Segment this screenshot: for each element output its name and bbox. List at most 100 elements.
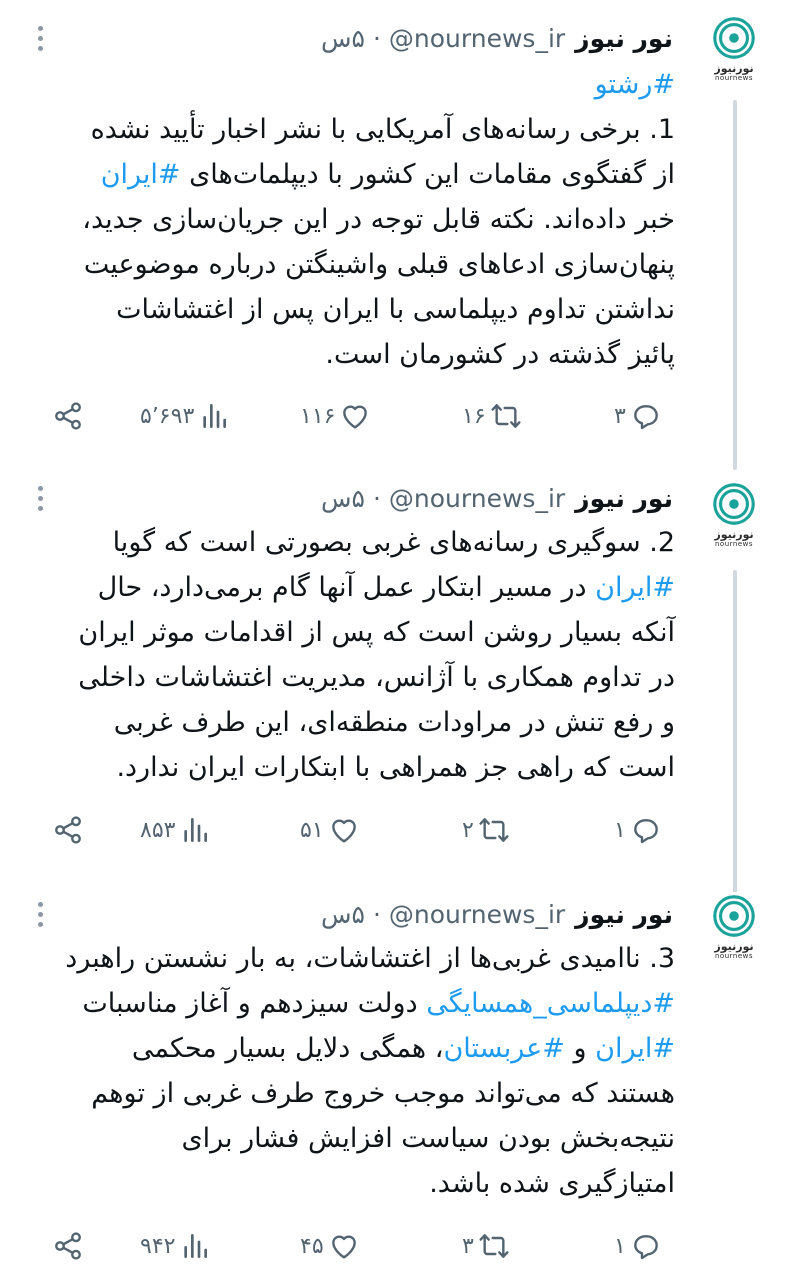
text-segment: و [564, 1033, 596, 1064]
avatar-logo-en: nournews [714, 540, 754, 548]
retweet-button[interactable]: ۲ [462, 810, 510, 850]
tweet-text: 3. ناامیدی غربی‌ها از اغتشاشات، به بار ن… [35, 936, 675, 1206]
like-count: ۴۵ [300, 1233, 324, 1259]
hashtag-link[interactable]: #ایران [101, 159, 181, 190]
like-button[interactable]: ۱۱۶ [300, 396, 371, 436]
avatar-logo-fa: نورنیوز [714, 528, 754, 541]
retweet-button[interactable]: ۳ [462, 1226, 510, 1266]
text-line: پائیز گذشته در کشورمان است. [35, 332, 675, 377]
thread-line [733, 570, 737, 900]
text-line: #رشتو [35, 62, 675, 107]
views-count: ۹۴۲ [140, 1233, 176, 1259]
views-icon [179, 814, 211, 846]
hashtag-link[interactable]: #ایران [595, 572, 675, 603]
share-button[interactable] [52, 396, 84, 436]
text-line: 2. سوگیری رسانه‌های غربی بصورتی است که گ… [35, 520, 675, 565]
text-segment: ، همگی دلایل بسیار محکمی [131, 1033, 444, 1064]
views-button[interactable]: ۹۴۲ [140, 1226, 211, 1266]
text-segment: 2. سوگیری رسانه‌های غربی بصورتی است که گ… [112, 527, 675, 558]
avatar-logo-en: nournews [714, 74, 754, 82]
avatar-logo-en: nournews [714, 952, 754, 960]
display-name[interactable]: نور نیوز [575, 24, 673, 53]
text-segment: پنهان‌سازی ادعاهای قبلی واشینگتن درباره … [83, 249, 675, 280]
text-segment: نداشتن تداوم دیپلماسی با ایران پس از اغت… [116, 294, 675, 325]
text-segment: از گفتگوی مقامات این کشور با دیپلمات‌های [180, 159, 675, 190]
reply-button[interactable]: ۱ [614, 1226, 662, 1266]
share-icon [52, 814, 84, 846]
more-options-icon[interactable] [30, 478, 50, 518]
like-button[interactable]: ۴۵ [300, 1226, 360, 1266]
share-icon [52, 1230, 84, 1262]
avatar-logo-fa: نورنیوز [714, 940, 754, 953]
views-icon [198, 400, 230, 432]
text-segment: آنکه بسیار روشن است که پس از اقدامات موث… [78, 617, 675, 648]
text-segment: خبر داده‌اند. نکته قابل توجه در این جریا… [82, 204, 675, 235]
nournews-logo-icon [713, 483, 755, 525]
text-segment: در تداوم همکاری با آژانس، مدیریت اغتشاشا… [78, 662, 675, 693]
views-button[interactable]: ۵٬۶۹۳ [140, 396, 230, 436]
like-button[interactable]: ۵۱ [300, 810, 360, 850]
share-button[interactable] [52, 1226, 84, 1266]
handle[interactable]: @nournews_ir [389, 484, 565, 513]
nournews-logo-icon [713, 17, 755, 59]
views-count: ۵٬۶۹۳ [140, 403, 195, 429]
avatar[interactable]: نورنیوز nournews [700, 480, 768, 548]
reply-button[interactable]: ۱ [614, 810, 662, 850]
display-name[interactable]: نور نیوز [575, 484, 673, 513]
retweet-count: ۱۶ [462, 403, 486, 429]
display-name[interactable]: نور نیوز [575, 900, 673, 929]
text-segment: هستند که می‌تواند موجب خروج طرف غربی از … [91, 1078, 675, 1109]
text-segment: و رفع تنش در مراودات منطقه‌ای، این طرف غ… [113, 707, 675, 738]
heart-icon [328, 814, 360, 846]
share-button[interactable] [52, 810, 84, 850]
more-options-icon[interactable] [30, 18, 50, 58]
like-count: ۵۱ [300, 817, 324, 843]
text-line: در تداوم همکاری با آژانس، مدیریت اغتشاشا… [35, 655, 675, 700]
timestamp[interactable]: ۵س [321, 484, 365, 513]
reply-count: ۳ [614, 403, 626, 429]
tweet-3[interactable]: نورنیوز nournews نور نیوز @nournews_ir ·… [0, 890, 801, 1280]
avatar[interactable]: نورنیوز nournews [700, 892, 768, 960]
reply-icon [630, 814, 662, 846]
text-segment: است که راهی جز همراهی با ابتکارات ایران … [116, 752, 675, 783]
text-segment: امتیازگیری شده باشد. [429, 1168, 675, 1199]
text-line: آنکه بسیار روشن است که پس از اقدامات موث… [35, 610, 675, 655]
avatar[interactable]: نورنیوز nournews [700, 14, 768, 82]
hashtag-link[interactable]: #دیپلماسی_همسایگی [426, 988, 675, 1019]
tweet-2[interactable]: نورنیوز nournews نور نیوز @nournews_ir ·… [0, 470, 801, 900]
like-count: ۱۱۶ [300, 403, 336, 429]
action-bar: ۵٬۶۹۳ ۱۱۶ ۱۶ ۳ [0, 396, 801, 436]
text-segment: نتیجه‌بخش بودن سیاست افزایش فشار برای [181, 1123, 676, 1154]
timestamp[interactable]: ۵س [321, 24, 365, 53]
text-segment: پائیز گذشته در کشورمان است. [325, 339, 675, 370]
text-line: و رفع تنش در مراودات منطقه‌ای، این طرف غ… [35, 700, 675, 745]
text-segment: 3. ناامیدی غربی‌ها از اغتشاشات، به بار ن… [65, 943, 675, 974]
separator: · [372, 23, 381, 53]
views-count: ۸۵۳ [140, 817, 176, 843]
text-line: است که راهی جز همراهی با ابتکارات ایران … [35, 745, 675, 790]
action-bar: ۹۴۲ ۴۵ ۳ ۱ [0, 1226, 801, 1266]
reply-button[interactable]: ۳ [614, 396, 662, 436]
more-options-icon[interactable] [30, 894, 50, 934]
avatar-logo-fa: نورنیوز [714, 62, 754, 75]
hashtag-link[interactable]: #ایران [595, 1033, 675, 1064]
reply-icon [630, 1230, 662, 1262]
tweet-header: نور نیوز @nournews_ir · ۵س [73, 894, 673, 934]
hashtag-link[interactable]: #رشتو [595, 69, 675, 100]
text-line: پنهان‌سازی ادعاهای قبلی واشینگتن درباره … [35, 242, 675, 287]
separator: · [372, 899, 381, 929]
retweet-button[interactable]: ۱۶ [462, 396, 522, 436]
retweet-icon [490, 400, 522, 432]
handle[interactable]: @nournews_ir [389, 24, 565, 53]
tweet-header: نور نیوز @nournews_ir · ۵س [73, 18, 673, 58]
handle[interactable]: @nournews_ir [389, 900, 565, 929]
text-line: 3. ناامیدی غربی‌ها از اغتشاشات، به بار ن… [35, 936, 675, 981]
text-line: نتیجه‌بخش بودن سیاست افزایش فشار برای [35, 1116, 676, 1161]
hashtag-link[interactable]: #عربستان [443, 1033, 564, 1064]
heart-icon [339, 400, 371, 432]
timestamp[interactable]: ۵س [321, 900, 365, 929]
nournews-logo-icon [713, 895, 755, 937]
views-button[interactable]: ۸۵۳ [140, 810, 211, 850]
text-line: #ایران و #عربستان، همگی دلایل بسیار محکم… [35, 1026, 675, 1071]
tweet-1[interactable]: نورنیوز nournews نور نیوز @nournews_ir ·… [0, 0, 801, 470]
